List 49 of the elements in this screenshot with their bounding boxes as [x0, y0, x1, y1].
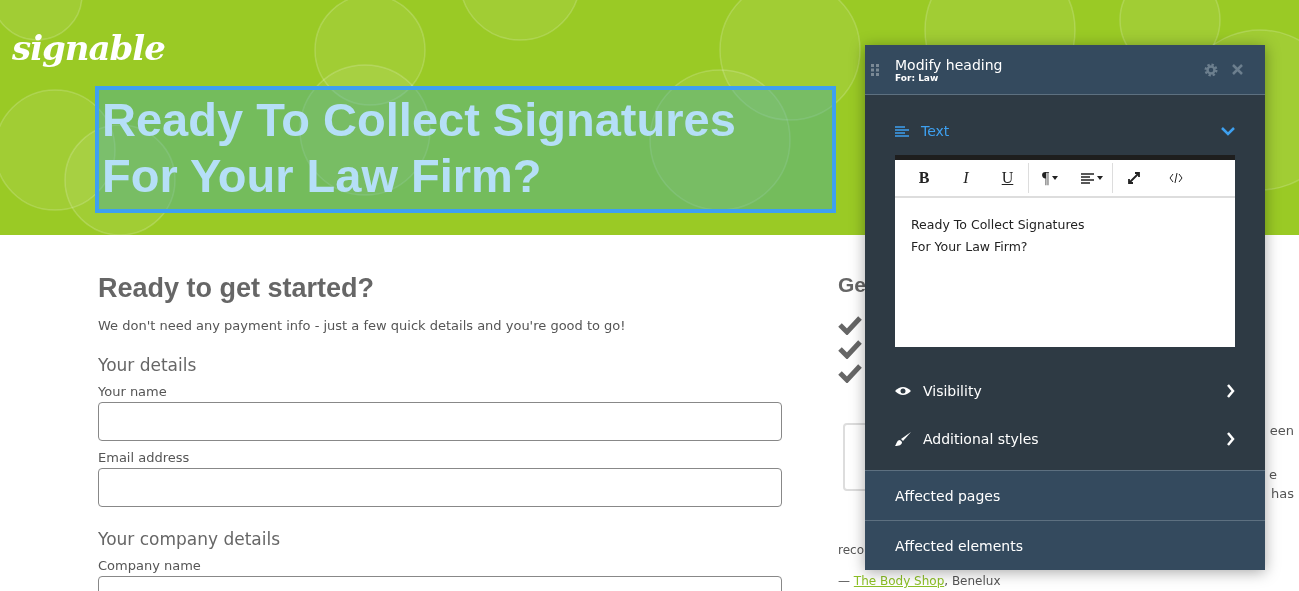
intro-text: We don't need any payment info - just a few quick details and you're good to go!	[98, 318, 626, 333]
editor-text-line: For Your Law Firm?	[911, 238, 1028, 256]
italic-button[interactable]: I	[945, 163, 987, 193]
expand-icon	[1128, 172, 1140, 184]
paragraph-button[interactable]: ¶	[1029, 163, 1071, 193]
side-text-fragment: e	[1269, 467, 1277, 482]
field-label: Company name	[98, 558, 201, 573]
bold-button[interactable]: B	[903, 163, 945, 193]
hero-heading-line: For Your Law Firm?	[102, 148, 542, 204]
hero-heading-line: Ready To Collect Signatures	[102, 92, 736, 148]
check-icon	[838, 363, 862, 383]
side-heading: Ge	[838, 273, 866, 297]
quote-attribution: — The Body Shop, Benelux	[838, 574, 1001, 588]
eye-icon	[895, 386, 911, 396]
panel-section-header[interactable]: Additional styles	[865, 415, 1265, 463]
drag-handle-icon[interactable]	[871, 63, 879, 76]
input-field[interactable]	[98, 402, 782, 441]
check-icon	[838, 339, 862, 359]
signable-logo: signable	[12, 28, 165, 68]
chevron-icon	[1226, 384, 1235, 398]
field-label: Your name	[98, 384, 167, 399]
rich-text-editor[interactable]: B I U ¶ Ready To Collect Signatures For Your Law Firm?	[895, 155, 1235, 347]
chevron-icon	[1226, 432, 1235, 446]
input-field[interactable]	[98, 468, 782, 507]
caret-icon	[1052, 176, 1059, 180]
caret-icon	[1096, 176, 1103, 180]
panel-title: Modify heading	[895, 56, 1003, 73]
align-icon	[1080, 172, 1094, 184]
editor-text-line: Ready To Collect Signatures	[911, 216, 1085, 234]
section-title: Your company details	[98, 529, 281, 549]
field-label: Email address	[98, 450, 190, 465]
settings-icon[interactable]	[1204, 62, 1218, 77]
side-text-fragment: een	[1269, 423, 1294, 438]
section-title: Your details	[98, 355, 197, 375]
text-section-header[interactable]: Text	[865, 107, 1265, 155]
panel-section-header[interactable]: Visibility	[865, 367, 1265, 415]
close-icon[interactable]	[1232, 64, 1243, 75]
code-icon	[1169, 173, 1183, 183]
underline-button[interactable]: U	[987, 163, 1029, 193]
panel-footer-row[interactable]: Affected pages	[865, 470, 1265, 520]
chevron-icon	[1221, 126, 1235, 136]
panel-subtitle: For: Law	[895, 72, 939, 83]
form-title: Ready to get started?	[98, 273, 375, 304]
panel-footer-row[interactable]: Affected elements	[865, 520, 1265, 570]
brush-icon	[895, 431, 911, 447]
side-text-fragment: has	[1271, 486, 1294, 501]
quote-text: reco	[838, 543, 864, 557]
text-align-icon	[895, 125, 909, 137]
check-icon	[838, 315, 862, 335]
